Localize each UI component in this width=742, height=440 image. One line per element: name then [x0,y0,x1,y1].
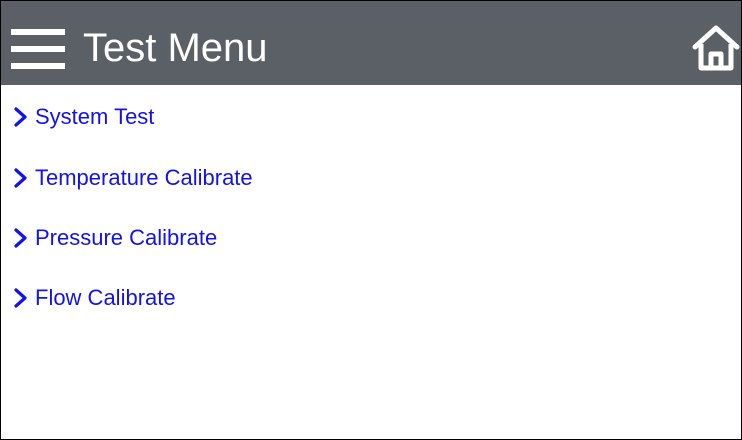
menu-item-label: System Test [35,104,155,129]
chevron-right-icon [13,106,29,128]
chevron-right-icon [13,167,29,189]
chevron-right-icon [13,227,29,249]
menu-item-system-test[interactable]: System Test [13,97,154,137]
menu-item-flow-calibrate[interactable]: Flow Calibrate [13,278,176,318]
hamburger-menu-icon[interactable] [11,27,65,71]
menu-item-label: Pressure Calibrate [35,225,218,250]
header-bar: Test Menu [1,1,741,85]
page-title: Test Menu [83,26,268,70]
chevron-right-icon [13,287,29,309]
menu-item-label: Flow Calibrate [35,285,176,310]
test-menu-screen: Test Menu System Test Temperature Calibr… [0,0,742,440]
menu-item-temperature-calibrate[interactable]: Temperature Calibrate [13,158,253,198]
menu-item-pressure-calibrate[interactable]: Pressure Calibrate [13,218,217,258]
home-icon[interactable] [691,23,741,73]
menu-item-label: Temperature Calibrate [35,165,253,190]
